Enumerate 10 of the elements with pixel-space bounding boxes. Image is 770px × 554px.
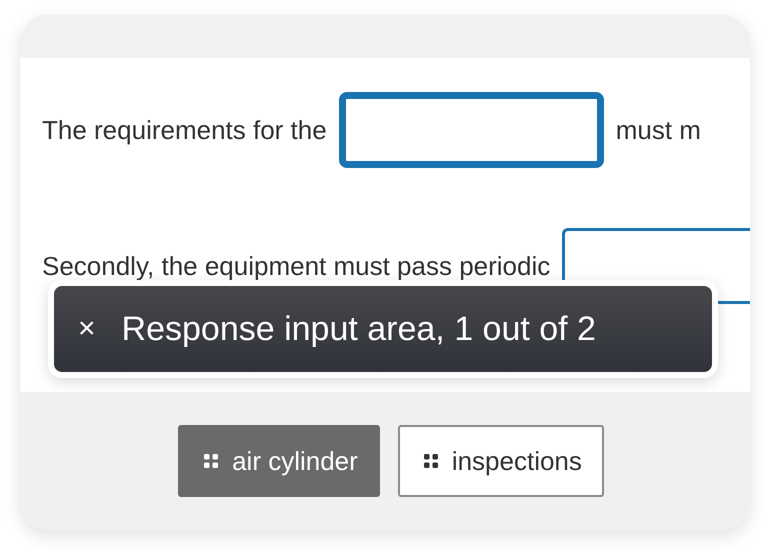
tooltip-text: Response input area, 1 out of 2 bbox=[122, 310, 596, 348]
close-button[interactable]: × bbox=[78, 314, 96, 344]
sentence-text: The requirements for the bbox=[42, 114, 327, 146]
sentence-text: Secondly, the equipment must pass periodic bbox=[42, 250, 550, 282]
grip-icon bbox=[204, 454, 218, 468]
grip-icon bbox=[424, 454, 438, 468]
answer-box[interactable] bbox=[338, 92, 604, 168]
answer-chip[interactable]: inspections bbox=[398, 425, 604, 497]
answer-chip[interactable]: air cylinder bbox=[178, 425, 380, 497]
sentence-text: must m bbox=[616, 114, 701, 146]
